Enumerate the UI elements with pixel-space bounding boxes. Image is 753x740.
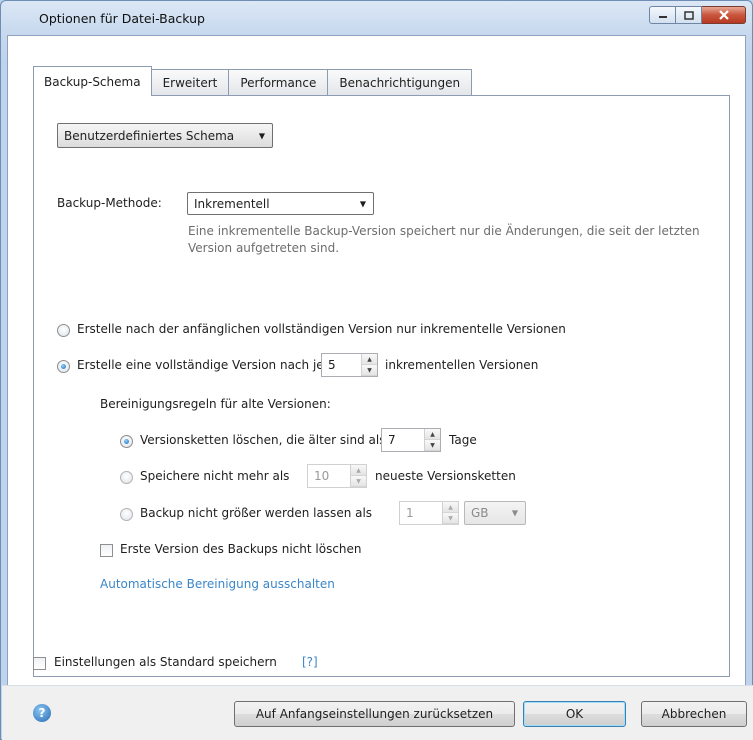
spin-up-icon[interactable]: ▲ (443, 502, 458, 513)
help-icon[interactable]: ? (33, 704, 51, 722)
method-label: Backup-Methode: (57, 196, 162, 210)
method-description: Eine inkrementelle Backup-Version speich… (188, 224, 700, 255)
spin-down-icon[interactable]: ▼ (425, 440, 440, 451)
maximize-icon (683, 10, 694, 20)
cancel-button[interactable]: Abbrechen (641, 701, 747, 727)
dialog-content: Backup-Schema Erweitert Performance Bena… (7, 35, 746, 735)
delete-older-radio[interactable] (120, 435, 133, 448)
chevron-down-icon: ▼ (258, 131, 265, 140)
full-every-stepper[interactable]: 5 ▲ ▼ (321, 353, 378, 377)
cleanup-heading: Bereinigungsregeln für alte Versionen: (100, 397, 331, 411)
delete-older-prefix: Versionsketten löschen, die älter sind a… (140, 433, 386, 447)
size-limit-stepper[interactable]: 1 ▲ ▼ (399, 501, 459, 525)
close-button[interactable] (702, 6, 746, 24)
tab-backup-schema[interactable]: Backup-Schema (33, 66, 152, 96)
help-link[interactable]: [?] (302, 655, 318, 669)
delete-older-value: 7 (388, 433, 396, 447)
chevron-down-icon: ▼ (359, 199, 366, 208)
spin-down-icon[interactable]: ▼ (362, 365, 377, 376)
close-icon (718, 10, 729, 20)
keep-first-label: Erste Version des Backups nicht löschen (120, 542, 362, 556)
method-dropdown-value: Inkrementell (194, 196, 270, 211)
tab-performance[interactable]: Performance (228, 69, 329, 95)
tab-erweitert[interactable]: Erweitert (150, 69, 230, 95)
scheme-dropdown-value: Benutzerdefiniertes Schema (64, 128, 235, 143)
keep-max-prefix: Speichere nicht mehr als (140, 469, 290, 483)
keep-first-checkbox[interactable] (100, 544, 113, 557)
tab-benachrichtigungen[interactable]: Benachrichtigungen (327, 69, 473, 95)
window-title: Optionen für Datei-Backup (39, 11, 205, 26)
size-limit-prefix: Backup nicht größer werden lassen als (140, 506, 373, 520)
full-every-suffix: inkrementellen Versionen (385, 358, 539, 372)
window-controls (649, 6, 746, 24)
chevron-down-icon: ▼ (511, 508, 518, 518)
spin-up-icon[interactable]: ▲ (351, 465, 366, 476)
tab-strip: Backup-Schema Erweitert Performance Bena… (33, 66, 473, 96)
spin-up-icon[interactable]: ▲ (425, 429, 440, 440)
full-every-prefix: Erstelle eine vollständige Version nach … (77, 358, 324, 372)
ok-button[interactable]: OK (523, 701, 626, 727)
method-dropdown[interactable]: Inkrementell ▼ (187, 192, 374, 215)
only-incremental-label: Erstelle nach der anfänglichen vollständ… (77, 322, 566, 336)
spin-up-icon[interactable]: ▲ (362, 354, 377, 365)
minimize-button[interactable] (649, 6, 676, 24)
backup-schema-panel: Benutzerdefiniertes Schema ▼ Backup-Meth… (33, 95, 730, 677)
delete-older-stepper[interactable]: 7 ▲ ▼ (381, 428, 441, 452)
size-limit-radio[interactable] (120, 508, 133, 521)
scheme-dropdown[interactable]: Benutzerdefiniertes Schema ▼ (57, 123, 273, 148)
minimize-icon (658, 16, 667, 18)
maximize-button[interactable] (676, 6, 702, 24)
reset-button[interactable]: Auf Anfangseinstellungen zurücksetzen (234, 701, 515, 727)
only-incremental-radio[interactable] (57, 324, 70, 337)
disable-cleanup-link[interactable]: Automatische Bereinigung ausschalten (100, 577, 335, 591)
spin-down-icon[interactable]: ▼ (443, 513, 458, 524)
title-bar[interactable]: Optionen für Datei-Backup (1, 1, 752, 35)
spin-down-icon[interactable]: ▼ (351, 476, 366, 487)
keep-max-radio[interactable] (120, 471, 133, 484)
keep-max-stepper[interactable]: 10 ▲ ▼ (307, 464, 367, 488)
save-default-label: Einstellungen als Standard speichern (54, 655, 277, 669)
size-unit-value: GB (471, 506, 489, 520)
size-unit-dropdown[interactable]: GB ▼ (464, 501, 526, 525)
full-every-radio[interactable] (57, 360, 70, 373)
full-every-value: 5 (328, 358, 336, 372)
size-limit-value: 1 (406, 506, 414, 520)
keep-max-suffix: neueste Versionsketten (375, 469, 516, 483)
delete-older-suffix: Tage (449, 433, 477, 447)
options-dialog: Optionen für Datei-Backup Backup-Schema … (0, 0, 753, 740)
keep-max-value: 10 (314, 469, 330, 483)
save-default-checkbox[interactable] (33, 657, 46, 670)
